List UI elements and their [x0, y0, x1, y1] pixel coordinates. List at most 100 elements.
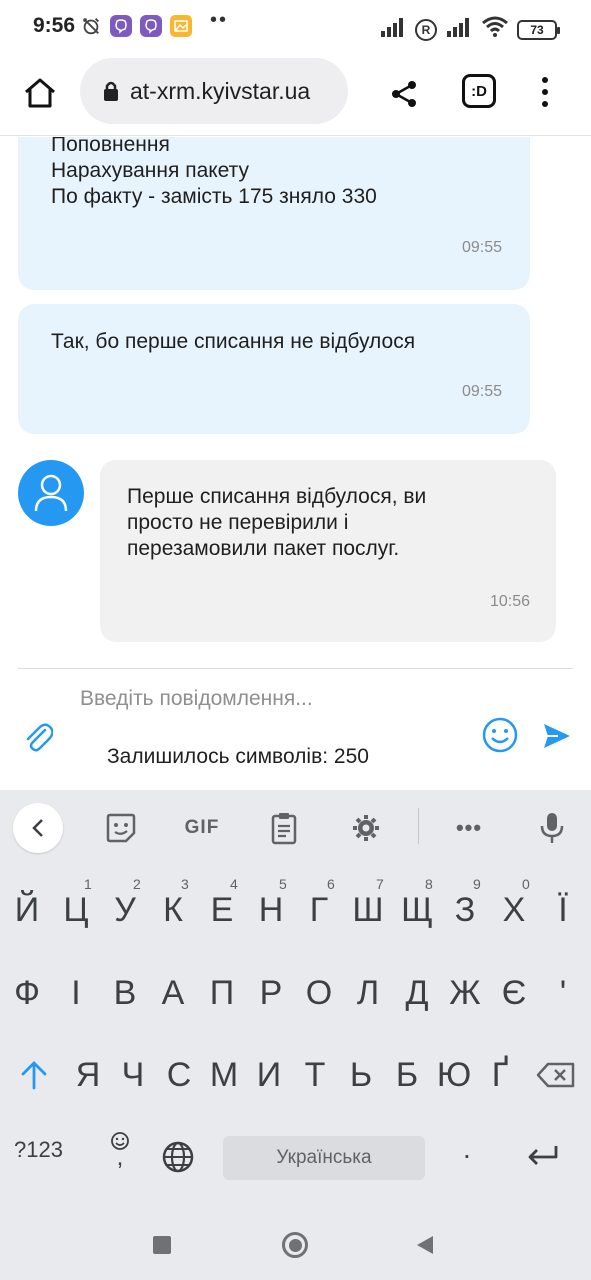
- viber-icon: [140, 15, 162, 37]
- key[interactable]: Д: [395, 953, 439, 1033]
- gear-icon: [353, 815, 379, 841]
- backspace-icon: [536, 1062, 575, 1088]
- key[interactable]: П: [200, 953, 244, 1033]
- sticker-icon: [106, 813, 136, 843]
- message-time: 10:56: [489, 593, 530, 610]
- space-key[interactable]: Українська: [223, 1136, 425, 1180]
- gif-button[interactable]: GIF: [178, 806, 226, 850]
- key[interactable]: Н5: [249, 870, 293, 950]
- key[interactable]: Й: [5, 870, 49, 950]
- emoji-button[interactable]: [481, 716, 519, 754]
- toolbar-divider: [418, 808, 419, 844]
- key[interactable]: Е4: [200, 870, 244, 950]
- settings-button[interactable]: [342, 806, 390, 850]
- key[interactable]: Ж: [443, 953, 487, 1033]
- key[interactable]: Я: [66, 1035, 110, 1115]
- key-label: Ш: [352, 890, 384, 929]
- language-switch-key[interactable]: [160, 1139, 196, 1175]
- message-text: Поповнення Нарахування пакету По факту -…: [51, 137, 377, 208]
- key-label: Ю: [436, 1055, 472, 1094]
- message-bubble: Перше списання відбулося, ви просто не п…: [100, 460, 556, 642]
- key[interactable]: Л: [346, 953, 390, 1033]
- browser-menu-button[interactable]: [530, 72, 560, 112]
- keyboard-back-button[interactable]: [13, 803, 63, 853]
- battery-icon: 73: [517, 19, 560, 40]
- key[interactable]: И: [247, 1035, 291, 1115]
- key[interactable]: М: [202, 1035, 246, 1115]
- address-bar[interactable]: at-xrm.kyivstar.ua: [80, 58, 348, 124]
- key[interactable]: Ґ: [478, 1035, 522, 1115]
- backspace-key[interactable]: [532, 1035, 580, 1115]
- key[interactable]: Ь: [339, 1035, 383, 1115]
- key-label: Ж: [449, 973, 481, 1012]
- clipboard-button[interactable]: [260, 806, 308, 850]
- key-label: Є: [501, 973, 527, 1012]
- key[interactable]: Г6: [297, 870, 341, 950]
- key[interactable]: А: [151, 953, 195, 1033]
- key-hint: 7: [376, 876, 384, 892]
- key[interactable]: У2: [103, 870, 147, 950]
- key-hint: 6: [327, 876, 335, 892]
- key-label: Т: [304, 1055, 326, 1094]
- attach-button[interactable]: [22, 719, 54, 755]
- key[interactable]: Б: [385, 1035, 429, 1115]
- home-button[interactable]: [20, 73, 60, 113]
- key-label: Г: [309, 890, 329, 929]
- operator-avatar: [18, 460, 84, 526]
- sticker-button[interactable]: [97, 806, 145, 850]
- chat-messages[interactable]: Поповнення Нарахування пакету По факту -…: [0, 137, 591, 667]
- key[interactable]: З9: [443, 870, 487, 950]
- message-bubble: Поповнення Нарахування пакету По факту -…: [18, 137, 530, 290]
- shift-arrow-icon: [21, 1061, 47, 1090]
- key-hint: 4: [230, 876, 238, 892]
- key[interactable]: С: [157, 1035, 201, 1115]
- key[interactable]: Ч: [111, 1035, 155, 1115]
- key[interactable]: Ц1: [54, 870, 98, 950]
- emoji-comma-key[interactable]: ,: [105, 1131, 135, 1171]
- gallery-icon: [170, 15, 192, 37]
- chevron-left-icon: [32, 819, 43, 837]
- key[interactable]: Ї: [541, 870, 585, 950]
- system-navigation-bar: [0, 1210, 591, 1280]
- chars-left-counter: Залишилось символів: 250: [107, 745, 369, 768]
- key[interactable]: В: [103, 953, 147, 1033]
- key[interactable]: ': [541, 953, 585, 1033]
- nav-home-button[interactable]: [282, 1232, 308, 1258]
- recent-apps-button[interactable]: [153, 1236, 171, 1254]
- more-tools-button[interactable]: •••: [445, 806, 493, 850]
- enter-key[interactable]: [521, 1138, 565, 1174]
- key[interactable]: К3: [151, 870, 195, 950]
- key[interactable]: І: [54, 953, 98, 1033]
- keyboard-toolbar: GIF •••: [0, 790, 591, 864]
- key-label: ': [559, 973, 567, 1012]
- key[interactable]: Щ8: [395, 870, 439, 950]
- send-button[interactable]: [540, 719, 574, 753]
- message-input[interactable]: [80, 681, 460, 717]
- period-key[interactable]: .: [463, 1133, 471, 1165]
- voice-input-button[interactable]: [528, 806, 576, 850]
- status-time: 9:56: [33, 14, 76, 37]
- nav-back-button[interactable]: [415, 1234, 435, 1261]
- key[interactable]: Р: [249, 953, 293, 1033]
- key-label: Р: [259, 973, 283, 1012]
- key-hint: 0: [522, 876, 530, 892]
- key[interactable]: Ф: [5, 953, 49, 1033]
- key[interactable]: О: [297, 953, 341, 1033]
- key[interactable]: Ю: [432, 1035, 476, 1115]
- clipboard-icon: [271, 813, 297, 845]
- shift-key[interactable]: [10, 1035, 58, 1115]
- symbols-key[interactable]: ?123: [14, 1137, 63, 1163]
- message-time: 09:55: [461, 239, 502, 256]
- key-label: К: [163, 890, 183, 929]
- key-label: В: [113, 973, 137, 1012]
- roaming-icon: R: [415, 18, 437, 41]
- key-label: Л: [356, 973, 380, 1012]
- share-button[interactable]: [384, 74, 424, 114]
- key[interactable]: Х0: [492, 870, 536, 950]
- send-icon: [544, 724, 570, 748]
- key[interactable]: Т: [293, 1035, 337, 1115]
- key[interactable]: Ш7: [346, 870, 390, 950]
- key[interactable]: Є: [492, 953, 536, 1033]
- smiley-icon: [482, 717, 518, 753]
- tabs-button[interactable]: :D: [462, 74, 496, 108]
